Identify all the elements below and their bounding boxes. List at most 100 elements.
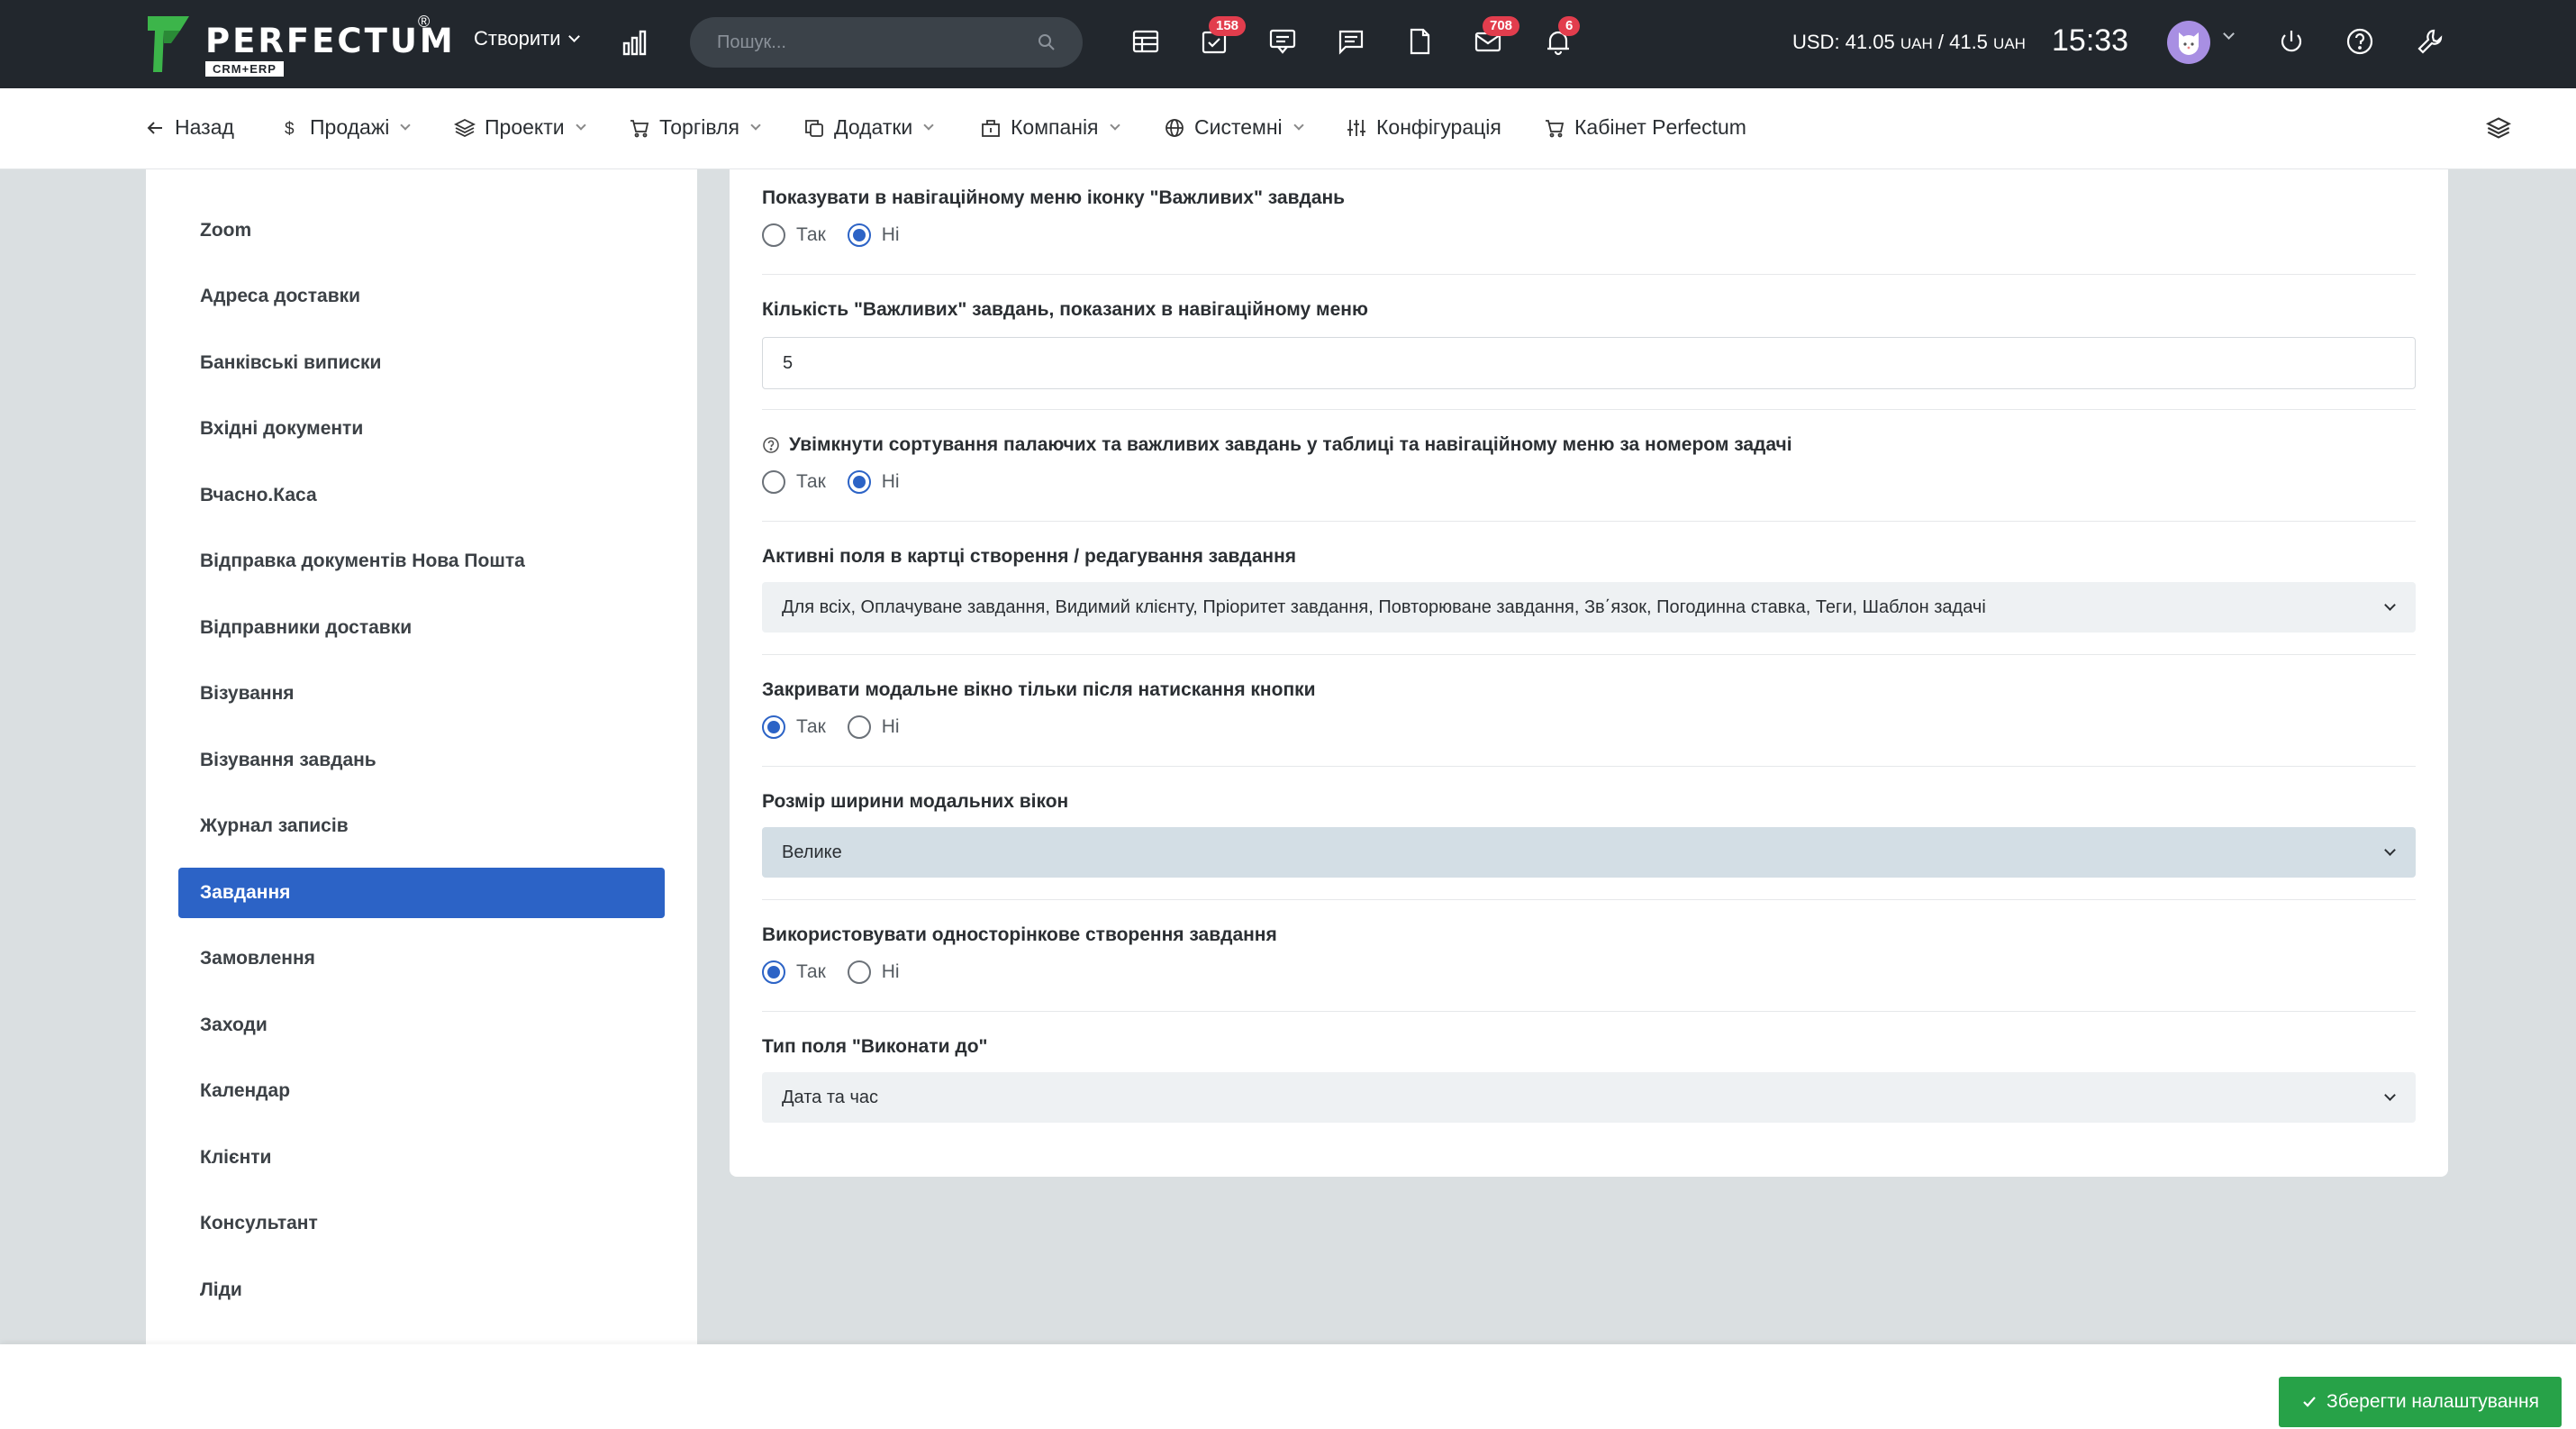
sidebar-item-task-approval[interactable]: Візування завдань: [178, 735, 665, 786]
radio-no[interactable]: Ні: [847, 715, 900, 739]
help-icon[interactable]: [2344, 25, 2376, 58]
radio-circle[interactable]: [847, 223, 871, 247]
select-value: Дата та час: [782, 1087, 879, 1107]
chevron-down-icon: [2384, 599, 2396, 611]
divider: [762, 521, 2416, 522]
brand-subtitle: CRM+ERP: [205, 61, 284, 77]
layers-icon[interactable]: [2486, 115, 2511, 141]
setting-label: Тип поля "Виконати до": [762, 1036, 988, 1057]
save-settings-button[interactable]: Зберегти налаштування: [2279, 1377, 2562, 1427]
question-circle-icon[interactable]: [762, 436, 780, 454]
divider: [762, 274, 2416, 275]
main-nav: Назад $ Продажі Проекти Торгівля Додатки…: [0, 88, 2576, 169]
sidebar-item-log[interactable]: Журнал записів: [178, 801, 665, 851]
create-dropdown[interactable]: Створити: [474, 27, 580, 50]
settings-sidebar: Zoom Адреса доставки Банківські виписки …: [146, 169, 697, 1344]
wrench-icon[interactable]: [2414, 25, 2446, 58]
nav-addons[interactable]: Додатки: [803, 115, 934, 140]
radio-yes[interactable]: Так: [762, 960, 826, 984]
radio-no-label: Ні: [881, 961, 900, 982]
create-label: Створити: [474, 27, 561, 50]
radio-circle[interactable]: [847, 715, 871, 739]
radio-yes-label: Так: [796, 961, 826, 982]
sidebar-item-calendar[interactable]: Календар: [178, 1066, 665, 1116]
radio-yes[interactable]: Так: [762, 715, 826, 739]
sidebar-item-clients[interactable]: Клієнти: [178, 1133, 665, 1183]
nav-trade[interactable]: Торгівля: [629, 115, 761, 140]
radio-circle[interactable]: [847, 470, 871, 494]
cart-icon: [630, 119, 649, 137]
nav-back[interactable]: Назад: [144, 115, 234, 140]
setting-label: Кількість "Важливих" завдань, показаних …: [762, 299, 1368, 320]
check-icon: [2303, 1397, 2316, 1407]
svg-text:$: $: [285, 120, 295, 139]
search-input[interactable]: [717, 32, 1038, 53]
modal-width-select[interactable]: Велике: [762, 827, 2416, 878]
radio-no[interactable]: Ні: [847, 223, 900, 247]
radio-circle[interactable]: [762, 470, 785, 494]
globe-icon: [1166, 118, 1184, 137]
sidebar-item-approval[interactable]: Візування: [178, 669, 665, 719]
layers-icon: [454, 118, 476, 137]
select-value: Велике: [782, 842, 842, 862]
divider: [762, 766, 2416, 767]
footer-bar: [0, 1344, 2576, 1429]
mail-icon[interactable]: 708: [1472, 16, 1520, 58]
mail-badge: 708: [1483, 16, 1520, 36]
nav-system[interactable]: Системні: [1164, 115, 1304, 140]
radio-circle[interactable]: [847, 960, 871, 984]
power-icon[interactable]: [2275, 25, 2308, 58]
nav-projects-label: Проекти: [485, 115, 565, 139]
sidebar-item-vchasno-kasa[interactable]: Вчасно.Каса: [178, 470, 665, 521]
nav-cabinet[interactable]: Кабінет Perfectum: [1544, 115, 1746, 140]
calendar-table-icon[interactable]: [1129, 25, 1162, 58]
nav-config[interactable]: Конфігурація: [1346, 115, 1501, 140]
search-box[interactable]: [690, 17, 1083, 68]
radio-circle[interactable]: [762, 223, 785, 247]
sidebar-item-tasks[interactable]: Завдання: [178, 868, 665, 918]
nav-addons-label: Додатки: [834, 115, 913, 139]
radio-no-label: Ні: [881, 471, 900, 492]
nav-sales[interactable]: $ Продажі: [279, 115, 411, 140]
document-icon[interactable]: [1403, 25, 1436, 58]
chevron-down-icon: [2384, 844, 2396, 856]
radio-circle[interactable]: [762, 715, 785, 739]
chevron-down-icon[interactable]: [2223, 28, 2235, 40]
radio-no[interactable]: Ні: [847, 960, 900, 984]
dollar-icon: $: [285, 120, 295, 139]
search-icon[interactable]: [1038, 33, 1056, 51]
sidebar-item-zoom[interactable]: Zoom: [178, 205, 665, 256]
nav-projects[interactable]: Проекти: [454, 115, 586, 140]
clock: 15:33: [2052, 23, 2129, 58]
radio-no-label: Ні: [881, 716, 900, 737]
comments-icon[interactable]: [1335, 25, 1367, 58]
divider: [762, 1011, 2416, 1012]
chat-icon[interactable]: [1266, 25, 1299, 58]
sidebar-item-delivery-senders[interactable]: Відправники доставки: [178, 603, 665, 653]
radio-yes-label: Так: [796, 471, 826, 492]
nav-company[interactable]: Компанія: [980, 115, 1120, 140]
sidebar-item-orders[interactable]: Замовлення: [178, 933, 665, 984]
active-fields-select[interactable]: Для всіх, Оплачуване завдання, Видимий к…: [762, 582, 2416, 633]
deadline-type-select[interactable]: Дата та час: [762, 1072, 2416, 1123]
sidebar-item-events[interactable]: Заходи: [178, 1000, 665, 1051]
bell-icon[interactable]: 6: [1542, 16, 1581, 58]
sidebar-item-incoming-docs[interactable]: Вхідні документи: [178, 404, 665, 454]
sidebar-item-consultant[interactable]: Консультант: [178, 1198, 665, 1249]
radio-yes[interactable]: Так: [762, 223, 826, 247]
chevron-down-icon: [1109, 120, 1120, 131]
radio-no[interactable]: Ні: [847, 470, 900, 494]
important-count-input[interactable]: [762, 337, 2416, 389]
divider: [762, 654, 2416, 655]
stats-chart-icon[interactable]: [621, 27, 652, 58]
radio-yes[interactable]: Так: [762, 470, 826, 494]
nav-system-label: Системні: [1194, 115, 1283, 139]
brand-logo[interactable]: PERFECTUM ® CRM+ERP: [144, 11, 453, 77]
avatar[interactable]: [2167, 21, 2210, 64]
sidebar-item-nova-poshta[interactable]: Відправка документів Нова Пошта: [178, 536, 665, 587]
sidebar-item-leads[interactable]: Ліди: [178, 1265, 665, 1315]
sidebar-item-bank-statements[interactable]: Банківські виписки: [178, 338, 665, 388]
sidebar-item-delivery-address[interactable]: Адреса доставки: [178, 271, 665, 322]
radio-circle[interactable]: [762, 960, 785, 984]
tasks-icon[interactable]: 158: [1198, 16, 1247, 58]
